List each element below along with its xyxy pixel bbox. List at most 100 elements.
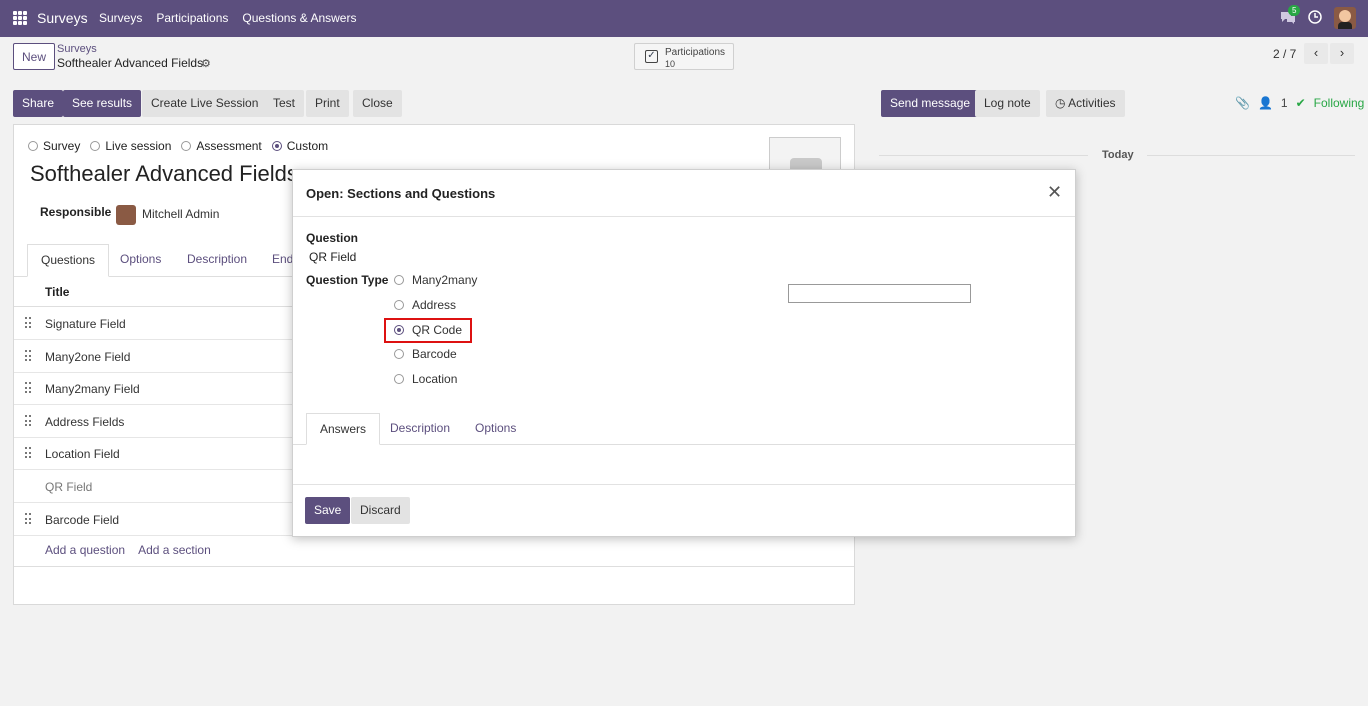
radio-label: Survey [43,139,81,153]
close-icon[interactable]: ✕ [1047,182,1062,202]
responsible-avatar [116,205,136,225]
radio-icon [394,374,404,384]
stat-label: Participations [665,47,726,58]
option-many2many[interactable]: Many2many [394,273,477,287]
drag-handle-icon[interactable] [25,415,31,427]
row-title: Signature Field [45,317,126,331]
menu-questions-answers[interactable]: Questions & Answers [242,11,356,25]
row-title: Address Fields [45,415,125,429]
activity-clock-icon[interactable] [1308,9,1322,27]
drag-handle-icon[interactable] [25,447,31,459]
close-button[interactable]: Close [353,90,402,117]
tab-options[interactable]: Options [462,413,529,445]
column-title[interactable]: Title [45,285,69,299]
log-note-button[interactable]: Log note [975,90,1040,117]
test-button[interactable]: Test [264,90,305,117]
row-title: Many2one Field [45,350,131,364]
apps-menu-icon[interactable] [13,11,27,25]
drag-handle-icon[interactable] [25,513,31,525]
radio-custom[interactable]: Custom [271,139,328,153]
option-label: Address [412,298,457,312]
print-button[interactable]: Print [306,90,349,117]
radio-survey[interactable]: Survey [28,139,80,153]
radio-icon [181,141,192,151]
messages-badge: 5 [1288,5,1301,16]
drag-handle-icon[interactable] [25,382,31,394]
dialog-tabs: Answers Description Options [293,413,1075,445]
pager-next-icon[interactable]: › [1330,43,1354,64]
survey-title[interactable]: Softhealer Advanced Fields [30,161,298,187]
selection-highlight [384,318,472,343]
radio-icon [28,141,38,151]
question-type-label: Question Type [306,273,389,287]
followers-count: 1 [1280,96,1288,110]
option-address[interactable]: Address [394,298,456,312]
question-label: Question [306,231,359,245]
responsible-label: Responsible [40,205,112,219]
drag-handle-icon[interactable] [25,350,31,362]
add-line-links: Add a question Add a section [45,543,211,557]
radio-icon [394,275,404,285]
see-results-button[interactable]: See results [63,90,142,117]
activities-label: Activities [1068,96,1116,110]
radio-icon [394,300,404,310]
user-avatar[interactable] [1334,7,1356,29]
menu-participations[interactable]: Participations [156,11,228,25]
option-label: Location [412,372,458,386]
radio-label: Live session [105,139,172,153]
following-button[interactable]: Following [1314,96,1365,110]
top-navbar: Surveys Surveys Participations Questions… [0,0,1368,37]
clock-icon: ◷ [1055,96,1066,110]
survey-type-radio-group: Survey Live session Assessment Custom [28,139,330,153]
radio-live-session[interactable]: Live session [90,139,171,153]
followers-icon[interactable]: 👤 [1258,96,1273,110]
responsible-name[interactable]: Mitchell Admin [142,207,219,221]
tab-description[interactable]: Description [377,413,463,445]
text-input[interactable] [788,284,971,303]
gear-icon[interactable]: ⚙ [201,57,211,70]
dialog-title: Open: Sections and Questions [306,186,496,201]
divider [1147,155,1355,156]
row-title: Barcode Field [45,513,120,527]
app-brand[interactable]: Surveys [37,10,88,26]
tab-options[interactable]: Options [107,244,174,277]
question-field[interactable]: QR Field [309,250,356,264]
stat-value: 10 [665,59,676,69]
row-title: QR Field [45,480,93,494]
checkbox-icon: ✓ [645,50,658,63]
save-button[interactable]: Save [305,497,351,524]
pager-previous-icon[interactable]: ‹ [1304,43,1328,64]
dialog-header: Open: Sections and Questions ✕ [293,170,1075,217]
radio-selected-icon [271,141,282,151]
divider [879,155,1088,156]
pager-value: 2 / 7 [1273,47,1297,61]
radio-icon [90,141,101,151]
menu-surveys[interactable]: Surveys [99,11,142,25]
drag-handle-icon[interactable] [25,317,31,329]
send-message-button[interactable]: Send message [881,90,980,117]
activities-button[interactable]: ◷ Activities [1046,90,1125,117]
share-button[interactable]: Share [13,90,64,117]
chatter-topbar: 📎 👤 1 ✔ Following [1235,96,1364,110]
option-label: Barcode [412,347,457,361]
paperclip-icon[interactable]: 📎 [1235,96,1250,110]
sections-questions-dialog: Open: Sections and Questions ✕ Question … [292,169,1076,537]
create-live-session-button[interactable]: Create Live Session [142,90,268,117]
row-title: Many2many Field [45,382,140,396]
add-section-link[interactable]: Add a section [138,543,211,557]
tab-description[interactable]: Description [174,244,260,277]
participations-stat-button[interactable]: ✓ Participations 10 [634,43,734,70]
radio-label: Assessment [196,139,262,153]
discard-button[interactable]: Discard [351,497,410,524]
option-barcode[interactable]: Barcode [394,347,457,361]
tab-answers[interactable]: Answers [306,413,381,445]
add-question-link[interactable]: Add a question [45,543,125,557]
divider [14,566,854,567]
tab-questions[interactable]: Questions [27,244,110,277]
breadcrumb-parent[interactable]: Surveys [57,43,97,55]
option-location[interactable]: Location [394,372,457,386]
new-button[interactable]: New [13,43,56,70]
control-panel: New Surveys Softhealer Advanced Fields ⚙… [0,37,1368,83]
messages-icon[interactable]: 5 [1280,5,1301,25]
radio-assessment[interactable]: Assessment [181,139,262,153]
